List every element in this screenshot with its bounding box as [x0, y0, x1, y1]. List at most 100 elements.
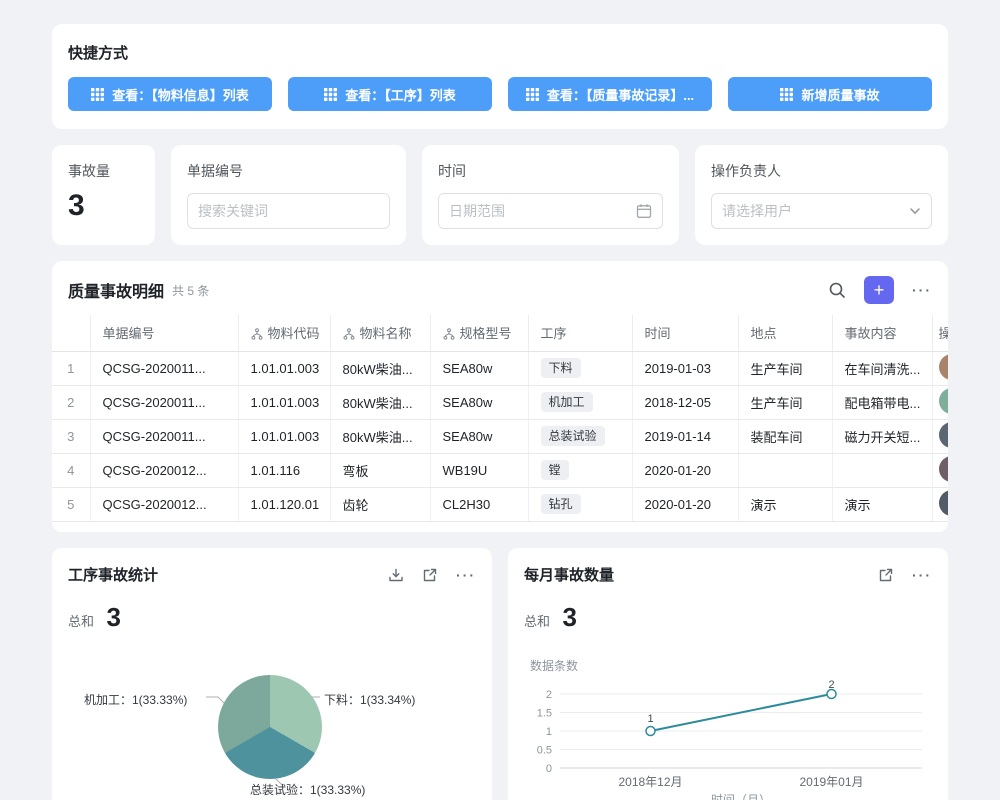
- search-icon[interactable]: [828, 281, 846, 299]
- doc-no-search-box[interactable]: [187, 193, 390, 229]
- table-body: 1QCSG-2020011...1.01.01.00380kW柴油...SEA8…: [52, 351, 948, 521]
- monthly-chart-title: 每月事故数量: [524, 564, 860, 585]
- charts-row: 工序事故统计 ··· 总和 3 机加工：1(33.33%) 下料：1(33.34…: [52, 548, 948, 800]
- sum-value: 3: [106, 602, 120, 632]
- cell-content: 磁力开关短...: [832, 419, 932, 453]
- cell-doc-no: QCSG-2020012...: [90, 453, 238, 487]
- cell-material-code: 1.01.116: [238, 453, 330, 487]
- date-range-input[interactable]: [449, 203, 630, 219]
- user-select-input[interactable]: [722, 203, 903, 219]
- shortcuts-card: 快捷方式 查看：【物料信息】列表 查看：【工序】列表 查看：【质量事故记录】..…: [52, 24, 948, 129]
- shortcuts-title: 快捷方式: [68, 42, 932, 63]
- cell-date: 2019-01-14: [632, 419, 738, 453]
- grid-icon: [324, 88, 337, 101]
- more-menu-button[interactable]: ···: [912, 282, 932, 298]
- table-row[interactable]: 1QCSG-2020011...1.01.01.00380kW柴油...SEA8…: [52, 351, 948, 385]
- column-header-index: [52, 315, 90, 351]
- cell-date: 2019-01-03: [632, 351, 738, 385]
- cell-material-code: 1.01.120.01: [238, 487, 330, 521]
- accident-count-label: 事故量: [68, 161, 139, 181]
- pie[interactable]: [218, 675, 322, 779]
- doc-no-label: 单据编号: [187, 161, 390, 181]
- record-count: 共 5 条: [172, 282, 209, 299]
- cell-place: 演示: [738, 487, 832, 521]
- cell-spec: SEA80w: [430, 351, 528, 385]
- cell-doc-no: QCSG-2020011...: [90, 351, 238, 385]
- cell-material-code: 1.01.01.003: [238, 385, 330, 419]
- table-row[interactable]: 3QCSG-2020011...1.01.01.00380kW柴油...SEA8…: [52, 419, 948, 453]
- column-header-operator: 操: [932, 315, 948, 351]
- process-tag: 下料: [541, 358, 581, 378]
- svg-text:1: 1: [647, 713, 653, 725]
- cell-doc-no: QCSG-2020011...: [90, 419, 238, 453]
- cell-operator: [932, 385, 948, 419]
- column-header-process: 工序: [528, 315, 632, 351]
- add-record-button[interactable]: +: [864, 276, 894, 304]
- add-quality-accident-button[interactable]: 新增质量事故: [728, 77, 932, 111]
- external-link-icon[interactable]: [422, 567, 438, 583]
- shortcut-label: 查看：【物料信息】列表: [112, 85, 249, 104]
- monthly-line-chart[interactable]: 00.511.52122018年12月2019年01月时间（月）: [524, 678, 934, 800]
- avatar: [939, 422, 949, 448]
- cell-process: 下料: [528, 351, 632, 385]
- cell-material-name: 80kW柴油...: [330, 385, 430, 419]
- row-number: 2: [52, 385, 90, 419]
- calendar-icon[interactable]: [636, 203, 652, 219]
- external-link-icon[interactable]: [878, 567, 894, 583]
- view-process-list-button[interactable]: 查看：【工序】列表: [288, 77, 492, 111]
- cell-spec: SEA80w: [430, 385, 528, 419]
- time-label: 时间: [438, 161, 663, 181]
- column-header-time: 时间: [632, 315, 738, 351]
- cell-spec: SEA80w: [430, 419, 528, 453]
- chart-titlebar: 工序事故统计 ···: [68, 564, 476, 586]
- cell-process: 钻孔: [528, 487, 632, 521]
- process-tag: 钻孔: [541, 494, 581, 514]
- table-row[interactable]: 5QCSG-2020012...1.01.120.01齿轮CL2H30钻孔202…: [52, 487, 948, 521]
- cell-material-name: 弯板: [330, 453, 430, 487]
- avatar: [939, 354, 949, 380]
- relation-icon: [343, 328, 355, 340]
- avatar: [939, 456, 949, 482]
- date-range-box[interactable]: [438, 193, 663, 229]
- pie-label-left: 机加工：1(33.33%): [84, 691, 187, 708]
- save-image-icon[interactable]: [388, 567, 404, 583]
- cell-operator: [932, 487, 948, 521]
- cell-material-name: 齿轮: [330, 487, 430, 521]
- svg-text:1: 1: [546, 726, 552, 738]
- cell-operator: [932, 351, 948, 385]
- pie-label-right: 下料：1(33.34%): [324, 691, 415, 708]
- shortcut-button-row: 查看：【物料信息】列表 查看：【工序】列表 查看：【质量事故记录】... 新增质…: [68, 77, 932, 111]
- pie-sum-row: 总和 3: [68, 602, 476, 633]
- accident-table: 单据编号物料代码物料名称规格型号工序时间地点事故内容操 1QCSG-202001…: [52, 315, 948, 522]
- grid-icon: [91, 88, 104, 101]
- process-tag: 总装试验: [541, 426, 605, 446]
- view-material-list-button[interactable]: 查看：【物料信息】列表: [68, 77, 272, 111]
- user-select[interactable]: [711, 193, 932, 229]
- y-axis-name: 数据条数: [530, 657, 932, 674]
- filter-row: 事故量 3 单据编号 时间 操作负责人: [52, 145, 948, 245]
- column-header-material-code: 物料代码: [238, 315, 330, 351]
- table-titlebar: 质量事故明细 共 5 条 + ···: [68, 275, 932, 305]
- process-pie-chart: 机加工：1(33.33%) 下料：1(33.34%) 总装试验：1(33.33%…: [68, 639, 476, 800]
- cell-content: 配电箱带电...: [832, 385, 932, 419]
- more-menu-button[interactable]: ···: [912, 567, 932, 583]
- sum-label: 总和: [68, 614, 94, 629]
- grid-icon: [780, 88, 793, 101]
- cell-doc-no: QCSG-2020012...: [90, 487, 238, 521]
- chevron-down-icon[interactable]: [909, 205, 921, 217]
- accident-count-value: 3: [68, 189, 139, 223]
- view-quality-records-button[interactable]: 查看：【质量事故记录】...: [508, 77, 712, 111]
- table-wrap: 单据编号物料代码物料名称规格型号工序时间地点事故内容操 1QCSG-202001…: [52, 315, 948, 522]
- monthly-count-card: 每月事故数量 ··· 总和 3 数据条数 00.511.52122018年12月…: [508, 548, 948, 800]
- relation-icon: [443, 328, 455, 340]
- svg-text:0: 0: [546, 763, 552, 775]
- cell-place: 装配车间: [738, 419, 832, 453]
- cell-spec: CL2H30: [430, 487, 528, 521]
- table-row[interactable]: 2QCSG-2020011...1.01.01.00380kW柴油...SEA8…: [52, 385, 948, 419]
- cell-material-code: 1.01.01.003: [238, 419, 330, 453]
- table-row[interactable]: 4QCSG-2020012...1.01.116弯板WB19U镗2020-01-…: [52, 453, 948, 487]
- more-menu-button[interactable]: ···: [456, 567, 476, 583]
- sum-label: 总和: [524, 614, 550, 629]
- doc-no-search-input[interactable]: [198, 203, 379, 219]
- svg-text:2019年01月: 2019年01月: [799, 775, 863, 789]
